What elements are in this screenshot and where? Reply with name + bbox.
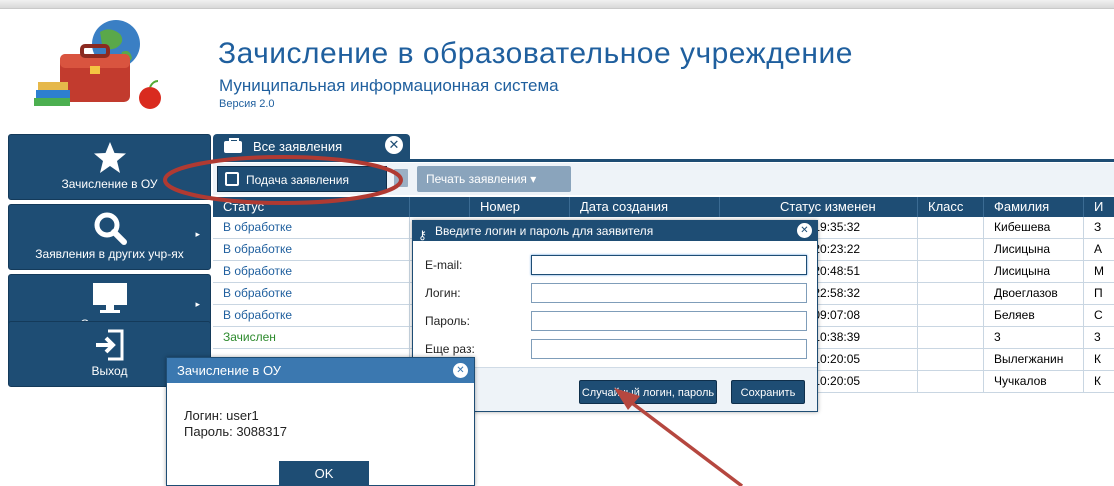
cell-surname: Двоеглазов xyxy=(984,283,1084,304)
ok-button[interactable]: OK xyxy=(279,461,369,486)
email-label: E-mail: xyxy=(425,258,463,272)
sidebar-item-label: Заявления в других учр-ях xyxy=(35,247,184,261)
random-credentials-button[interactable]: Случайный логин, пароль xyxy=(579,380,717,404)
close-icon[interactable]: ✕ xyxy=(453,363,468,378)
sidebar-item-label: Зачисление в ОУ xyxy=(61,177,158,191)
pointer-arrow xyxy=(626,398,744,486)
message-title: Зачисление в ОУ xyxy=(177,363,282,378)
login-text: Логин: user1 xyxy=(184,408,259,423)
app-window: Зачисление в образовательное учреждение … xyxy=(0,0,1114,486)
cell-class xyxy=(918,239,984,260)
password-label: Пароль: xyxy=(425,314,470,328)
password-text: Пароль: 3088317 xyxy=(184,424,287,439)
cell-class xyxy=(918,283,984,304)
app-logo xyxy=(30,18,170,118)
chevron-right-icon: ▸ xyxy=(195,299,200,309)
cell-surname: Лисицына xyxy=(984,239,1084,260)
table-header: Статус Номер Дата создания Статус измене… xyxy=(213,197,1114,217)
cell-surname: Лисицына xyxy=(984,261,1084,282)
column-header-number[interactable]: Номер xyxy=(470,197,570,217)
sidebar-item-other-institutions[interactable]: ▸ Заявления в других учр-ях xyxy=(8,204,211,270)
column-header-class[interactable]: Класс xyxy=(918,197,984,217)
column-header-status[interactable]: Статус xyxy=(213,197,410,217)
password-repeat-label: Еще раз: xyxy=(425,342,475,356)
cell-name: М xyxy=(1094,264,1104,278)
tab-strip: Все заявления ✕ xyxy=(213,134,1114,162)
column-header-surname[interactable]: Фамилия xyxy=(984,197,1084,217)
sidebar-item-enrollment[interactable]: Зачисление в ОУ xyxy=(8,134,211,200)
close-tab-icon[interactable]: ✕ xyxy=(385,136,403,154)
cell-name: З xyxy=(1094,220,1102,234)
column-header-created[interactable]: Дата создания xyxy=(570,197,720,217)
credentials-message-box: Зачисление в ОУ ✕ Логин: user1 Пароль: 3… xyxy=(166,357,475,486)
cell-name: А xyxy=(1094,242,1103,256)
document-icon xyxy=(394,169,408,187)
key-icon: ⚷ xyxy=(418,228,427,242)
cell-name: П xyxy=(1094,286,1103,300)
column-header-changed[interactable]: Статус изменен xyxy=(720,197,918,217)
cell-class xyxy=(918,261,984,282)
tab-all-applications[interactable]: Все заявления ✕ xyxy=(213,134,410,159)
password-repeat-field[interactable] xyxy=(531,339,807,359)
cell-class xyxy=(918,305,984,326)
dialog-header: ⚷ Введите логин и пароль для заявителя ✕ xyxy=(413,221,817,242)
cell-status: В обработке xyxy=(213,239,410,260)
cell-class xyxy=(918,349,984,370)
submit-application-label: Подача заявления xyxy=(246,173,349,187)
chevron-right-icon: ▸ xyxy=(195,229,200,239)
cell-surname: Вылегжанин xyxy=(984,349,1084,370)
cell-surname: Беляев xyxy=(984,305,1084,326)
password-field[interactable] xyxy=(531,311,807,331)
column-header-name[interactable]: И xyxy=(1084,197,1114,217)
cell-surname: Чучкалов xyxy=(984,371,1084,392)
search-icon xyxy=(92,210,128,251)
monitor-icon xyxy=(90,280,130,321)
dialog-title: Введите логин и пароль для заявителя xyxy=(435,224,654,238)
close-icon[interactable]: ✕ xyxy=(797,223,812,238)
cell-class xyxy=(918,327,984,348)
cell-name: 3 xyxy=(1094,330,1101,344)
cell-name: С xyxy=(1094,308,1103,322)
message-header: Зачисление в ОУ ✕ xyxy=(167,358,474,383)
cell-status: В обработке xyxy=(213,283,410,304)
column-header-blank[interactable] xyxy=(410,197,470,217)
edit-icon xyxy=(225,172,239,186)
login-label: Логин: xyxy=(425,286,461,300)
briefcase-icon xyxy=(224,138,242,153)
cell-name: К xyxy=(1094,374,1101,388)
cell-status: В обработке xyxy=(213,217,410,238)
print-application-button[interactable]: Печать заявления ▾ xyxy=(417,166,571,192)
cell-surname: Кибешева xyxy=(984,217,1084,238)
app-subtitle: Муниципальная информационная система xyxy=(219,76,559,95)
email-field[interactable] xyxy=(531,255,807,275)
exit-icon xyxy=(92,327,128,368)
cell-class xyxy=(918,217,984,238)
star-icon xyxy=(92,140,128,181)
app-version: Версия 2.0 xyxy=(219,98,275,110)
save-button[interactable]: Сохранить xyxy=(731,380,805,404)
submit-application-button[interactable]: Подача заявления xyxy=(217,166,387,192)
tab-label: Все заявления xyxy=(253,139,343,154)
login-field[interactable] xyxy=(531,283,807,303)
toolbar: Подача заявления Печать заявления ▾ xyxy=(213,163,1114,195)
cell-surname: 3 xyxy=(984,327,1084,348)
cell-status: Зачислен xyxy=(213,327,410,348)
cell-name: К xyxy=(1094,352,1101,366)
cell-class xyxy=(918,371,984,392)
cell-status: В обработке xyxy=(213,261,410,282)
app-title: Зачисление в образовательное учреждение xyxy=(218,37,853,70)
top-bar xyxy=(0,0,1114,9)
cell-status: В обработке xyxy=(213,305,410,326)
print-application-label: Печать заявления ▾ xyxy=(426,172,537,186)
